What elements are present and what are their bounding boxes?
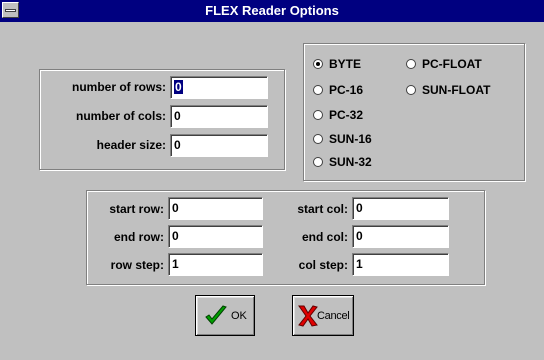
radio-selected-icon bbox=[313, 59, 323, 69]
row-step-value: 1 bbox=[172, 257, 179, 271]
end-row-label: end row: bbox=[114, 230, 164, 244]
cols-label: number of cols: bbox=[75, 109, 166, 123]
checkmark-icon bbox=[205, 305, 227, 325]
start-row-value: 0 bbox=[172, 201, 179, 215]
radio-icon bbox=[313, 157, 323, 167]
header-size-input[interactable]: 0 bbox=[170, 134, 268, 157]
flex-reader-options-dialog: FLEX Reader Options number of rows: 0 nu… bbox=[0, 0, 544, 360]
radio-pc-16[interactable]: PC-16 bbox=[313, 82, 363, 98]
radio-icon bbox=[406, 85, 416, 95]
header-size-label: header size: bbox=[96, 138, 166, 152]
ok-button[interactable]: OK bbox=[195, 295, 255, 336]
end-col-value: 0 bbox=[356, 229, 363, 243]
start-col-value: 0 bbox=[356, 201, 363, 215]
radio-icon bbox=[313, 134, 323, 144]
cols-input[interactable]: 0 bbox=[170, 105, 268, 128]
radio-sun-float[interactable]: SUN-FLOAT bbox=[406, 82, 490, 98]
col-step-value: 1 bbox=[356, 257, 363, 271]
radio-byte[interactable]: BYTE bbox=[313, 56, 361, 72]
radio-sun-16[interactable]: SUN-16 bbox=[313, 131, 372, 147]
rows-label: number of rows: bbox=[71, 80, 166, 94]
rows-input[interactable]: 0 bbox=[170, 76, 268, 99]
row-step-label: row step: bbox=[110, 258, 164, 272]
radio-icon bbox=[406, 59, 416, 69]
start-col-label: start col: bbox=[297, 202, 348, 216]
end-row-input[interactable]: 0 bbox=[168, 225, 263, 248]
row-step-input[interactable]: 1 bbox=[168, 253, 263, 276]
cols-value: 0 bbox=[174, 109, 181, 123]
radio-pc-float[interactable]: PC-FLOAT bbox=[406, 56, 482, 72]
col-step-input[interactable]: 1 bbox=[352, 253, 449, 276]
col-step-label: col step: bbox=[298, 258, 348, 272]
header-size-value: 0 bbox=[174, 138, 181, 152]
radio-icon bbox=[313, 85, 323, 95]
radio-sun-32[interactable]: SUN-32 bbox=[313, 154, 372, 170]
red-x-icon bbox=[298, 305, 318, 327]
end-col-input[interactable]: 0 bbox=[352, 225, 449, 248]
cancel-button[interactable]: Cancel bbox=[292, 295, 354, 336]
start-row-label: start row: bbox=[109, 202, 164, 216]
radio-icon bbox=[313, 110, 323, 120]
cancel-label: Cancel bbox=[317, 310, 350, 322]
start-row-input[interactable]: 0 bbox=[168, 197, 263, 220]
radio-pc-32[interactable]: PC-32 bbox=[313, 107, 363, 123]
ok-label: OK bbox=[231, 310, 247, 322]
rows-value: 0 bbox=[174, 80, 183, 94]
end-col-label: end col: bbox=[301, 230, 348, 244]
title-bar[interactable]: FLEX Reader Options bbox=[0, 0, 544, 22]
window-title: FLEX Reader Options bbox=[205, 3, 339, 18]
start-col-input[interactable]: 0 bbox=[352, 197, 449, 220]
end-row-value: 0 bbox=[172, 229, 179, 243]
